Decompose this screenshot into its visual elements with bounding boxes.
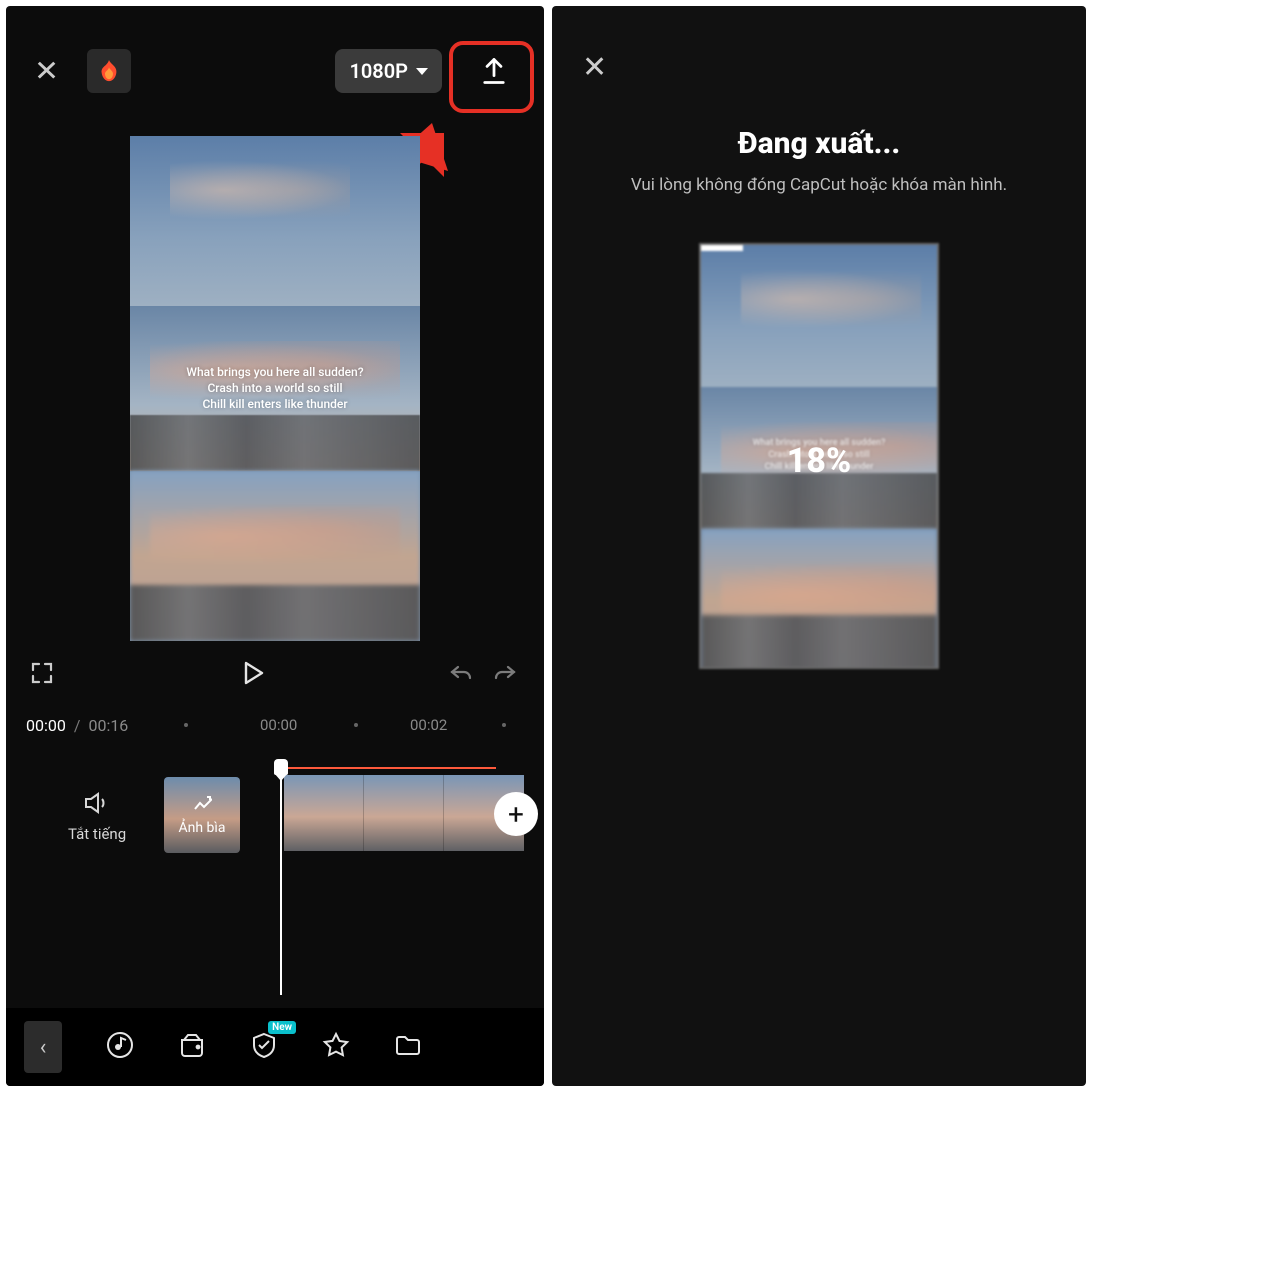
progress-bar (701, 245, 743, 251)
add-clip-button[interactable]: + (494, 792, 538, 836)
redo-icon[interactable] (490, 663, 520, 683)
play-button[interactable] (243, 661, 265, 685)
ruler-tick: 00:00 (260, 716, 297, 734)
preview-area: What brings you here all sudden? Crash i… (6, 136, 544, 641)
back-button[interactable]: ‹ (24, 1021, 62, 1073)
music-icon[interactable] (106, 1031, 134, 1063)
export-pane: ✕ Đang xuất... Vui lòng không đóng CapCu… (552, 6, 1086, 1086)
export-percent: 18% (697, 441, 941, 481)
mute-label: Tắt tiếng (68, 825, 126, 843)
export-subtitle: Vui lòng không đóng CapCut hoặc khóa màn… (552, 175, 1086, 195)
playhead-line[interactable] (280, 775, 282, 995)
undo-icon[interactable] (446, 663, 476, 683)
mute-toggle[interactable]: Tắt tiếng (68, 791, 126, 843)
shield-icon[interactable]: New (250, 1031, 278, 1063)
clip-track[interactable] (284, 775, 524, 851)
export-title: Đang xuất... (552, 126, 1086, 161)
fullscreen-icon[interactable] (30, 661, 54, 685)
accent-line (284, 767, 496, 769)
cover-thumb[interactable]: Ảnh bìa (164, 777, 240, 853)
video-preview[interactable]: What brings you here all sudden? Crash i… (130, 136, 420, 641)
timeline[interactable]: Tắt tiếng Ảnh bìa + (6, 747, 544, 927)
new-badge: New (268, 1021, 296, 1034)
time-separator: / (74, 716, 81, 735)
close-icon[interactable]: ✕ (34, 54, 59, 87)
export-button[interactable] (464, 47, 524, 95)
resolution-select[interactable]: 1080P (335, 49, 442, 93)
preview-caption: What brings you here all sudden? Crash i… (130, 364, 420, 413)
bottom-toolbar: ‹ New (6, 1008, 544, 1086)
cover-label: Ảnh bìa (179, 820, 226, 836)
wallet-icon[interactable] (178, 1031, 206, 1063)
close-icon[interactable]: ✕ (582, 50, 607, 85)
total-time: 00:16 (88, 716, 128, 735)
clip-thumb[interactable] (284, 775, 364, 851)
star-icon[interactable] (322, 1031, 350, 1063)
folder-icon[interactable] (394, 1031, 422, 1063)
top-bar: ✕ 1080P (6, 6, 544, 136)
player-controls (6, 641, 544, 705)
current-time: 00:00 (26, 716, 66, 735)
chevron-down-icon (416, 68, 428, 75)
editor-pane: ✕ 1080P What brings you here all sudden?… (6, 6, 544, 1086)
clip-thumb[interactable] (364, 775, 444, 851)
time-ruler: 00:00 / 00:16 00:00 00:02 (6, 705, 544, 737)
resolution-label: 1080P (349, 59, 408, 83)
plus-icon: + (508, 798, 524, 831)
flame-icon[interactable] (87, 49, 131, 93)
ruler-tick: 00:02 (410, 716, 447, 734)
